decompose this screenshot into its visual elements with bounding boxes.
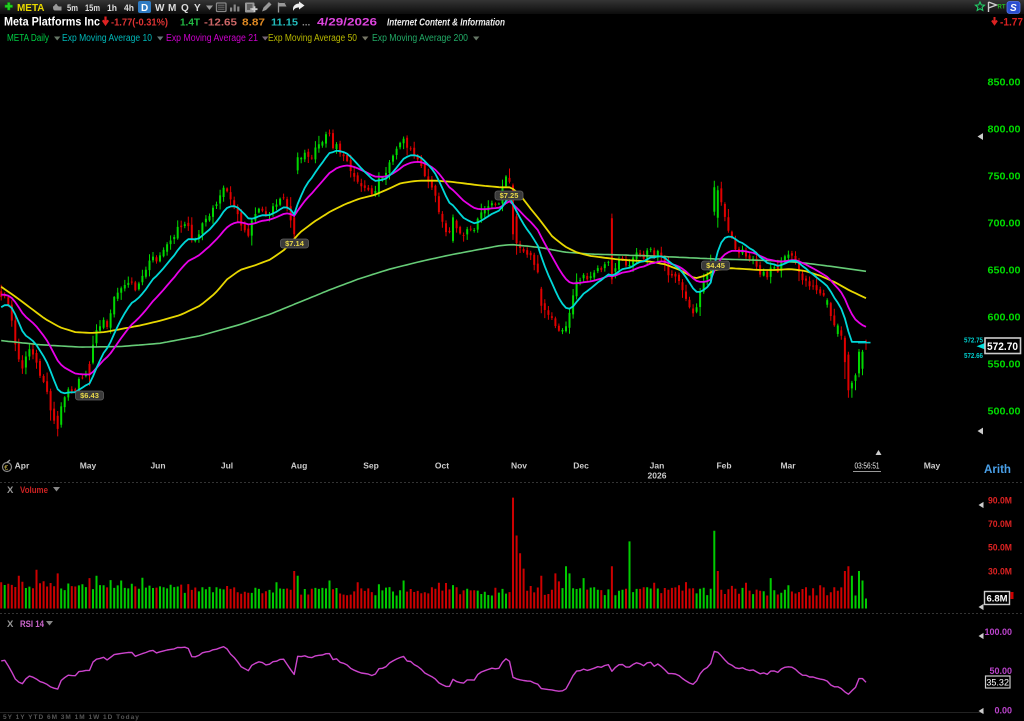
- svg-text:750.00: 750.00: [988, 172, 1021, 183]
- svg-text:D: D: [141, 3, 148, 14]
- svg-text:Exp Moving Average 21: Exp Moving Average 21: [166, 33, 258, 44]
- svg-text:$6.43: $6.43: [80, 391, 99, 400]
- svg-text:W: W: [155, 3, 165, 14]
- svg-text:RT: RT: [998, 5, 1006, 11]
- svg-text:Exp Moving Average 50: Exp Moving Average 50: [268, 33, 357, 44]
- svg-text:M: M: [168, 3, 176, 14]
- svg-text:S: S: [1010, 3, 1017, 14]
- svg-text:META: META: [17, 2, 45, 14]
- svg-text:15m: 15m: [85, 3, 100, 14]
- svg-text:Apr: Apr: [15, 461, 30, 471]
- svg-text:30.0M: 30.0M: [988, 566, 1012, 576]
- svg-text:800.00: 800.00: [988, 125, 1021, 136]
- svg-text:May: May: [924, 461, 941, 471]
- svg-text:META Daily: META Daily: [7, 33, 49, 44]
- svg-text:Dec: Dec: [573, 461, 589, 471]
- svg-text:35.32: 35.32: [986, 678, 1009, 688]
- svg-text:Aug: Aug: [291, 461, 308, 471]
- svg-text:5m: 5m: [67, 3, 78, 14]
- svg-text:Meta Platforms Inc: Meta Platforms Inc: [4, 15, 100, 29]
- svg-text:6.8M: 6.8M: [987, 593, 1008, 604]
- svg-text:Internet Content & Information: Internet Content & Information: [387, 17, 505, 29]
- svg-text:4h: 4h: [124, 3, 134, 14]
- svg-text:0.00: 0.00: [994, 705, 1012, 715]
- svg-text:70.0M: 70.0M: [988, 519, 1012, 529]
- svg-text:8.87: 8.87: [242, 18, 266, 29]
- svg-text:RSI 14: RSI 14: [20, 619, 45, 630]
- svg-text:2026: 2026: [648, 471, 667, 481]
- svg-text:X: X: [7, 485, 14, 496]
- svg-text:50.00: 50.00: [989, 666, 1012, 676]
- svg-text:4/29/2026: 4/29/2026: [317, 17, 377, 29]
- svg-text:Oct: Oct: [435, 461, 449, 471]
- svg-text:-1.77: -1.77: [1000, 17, 1023, 29]
- svg-text:X: X: [7, 619, 14, 630]
- svg-text:850.00: 850.00: [988, 78, 1021, 89]
- svg-text:Sep: Sep: [363, 461, 379, 471]
- svg-text:Nov: Nov: [511, 461, 527, 471]
- svg-text:Jul: Jul: [221, 461, 233, 471]
- svg-text:$7.25: $7.25: [500, 191, 519, 200]
- svg-text:$7.14: $7.14: [285, 239, 305, 248]
- svg-text:Y: Y: [194, 3, 201, 14]
- svg-text:$4.45: $4.45: [706, 261, 725, 270]
- svg-text:572.66: 572.66: [964, 351, 983, 360]
- svg-text:Jan: Jan: [650, 461, 665, 471]
- svg-text:Jun: Jun: [150, 461, 165, 471]
- svg-text:03:56:51: 03:56:51: [855, 462, 880, 471]
- svg-text:-1.77(-0.31%): -1.77(-0.31%): [111, 17, 168, 29]
- svg-text:1h: 1h: [107, 3, 117, 14]
- svg-text:Exp Moving Average 10: Exp Moving Average 10: [62, 33, 152, 44]
- svg-text:11.15: 11.15: [271, 18, 298, 29]
- svg-text:90.0M: 90.0M: [988, 495, 1012, 505]
- svg-text:Volume: Volume: [20, 485, 48, 496]
- svg-text:-12.65: -12.65: [204, 18, 238, 29]
- svg-text:700.00: 700.00: [988, 219, 1021, 230]
- svg-text:1.4T: 1.4T: [180, 18, 200, 29]
- svg-text:Exp Moving Average 200: Exp Moving Average 200: [372, 33, 468, 44]
- svg-text:May: May: [80, 461, 97, 471]
- svg-text:Q: Q: [181, 3, 189, 14]
- svg-text:Arith: Arith: [984, 462, 1011, 476]
- svg-text:550.00: 550.00: [988, 360, 1021, 371]
- svg-text:Mar: Mar: [780, 461, 796, 471]
- svg-text:Feb: Feb: [716, 461, 731, 471]
- svg-text:5Y 1Y YTD 6M 3M 1M 1W 1D Today: 5Y 1Y YTD 6M 3M 1M 1W 1D Today: [3, 714, 140, 721]
- svg-text:50.0M: 50.0M: [988, 543, 1012, 553]
- svg-text:...: ...: [302, 18, 311, 29]
- svg-text:600.00: 600.00: [988, 313, 1021, 324]
- svg-text:572.75: 572.75: [964, 335, 983, 344]
- svg-text:100.00: 100.00: [984, 627, 1012, 637]
- svg-text:650.00: 650.00: [988, 266, 1021, 277]
- svg-text:572.70: 572.70: [987, 341, 1018, 353]
- svg-text:€: €: [4, 465, 8, 472]
- svg-text:500.00: 500.00: [988, 407, 1021, 418]
